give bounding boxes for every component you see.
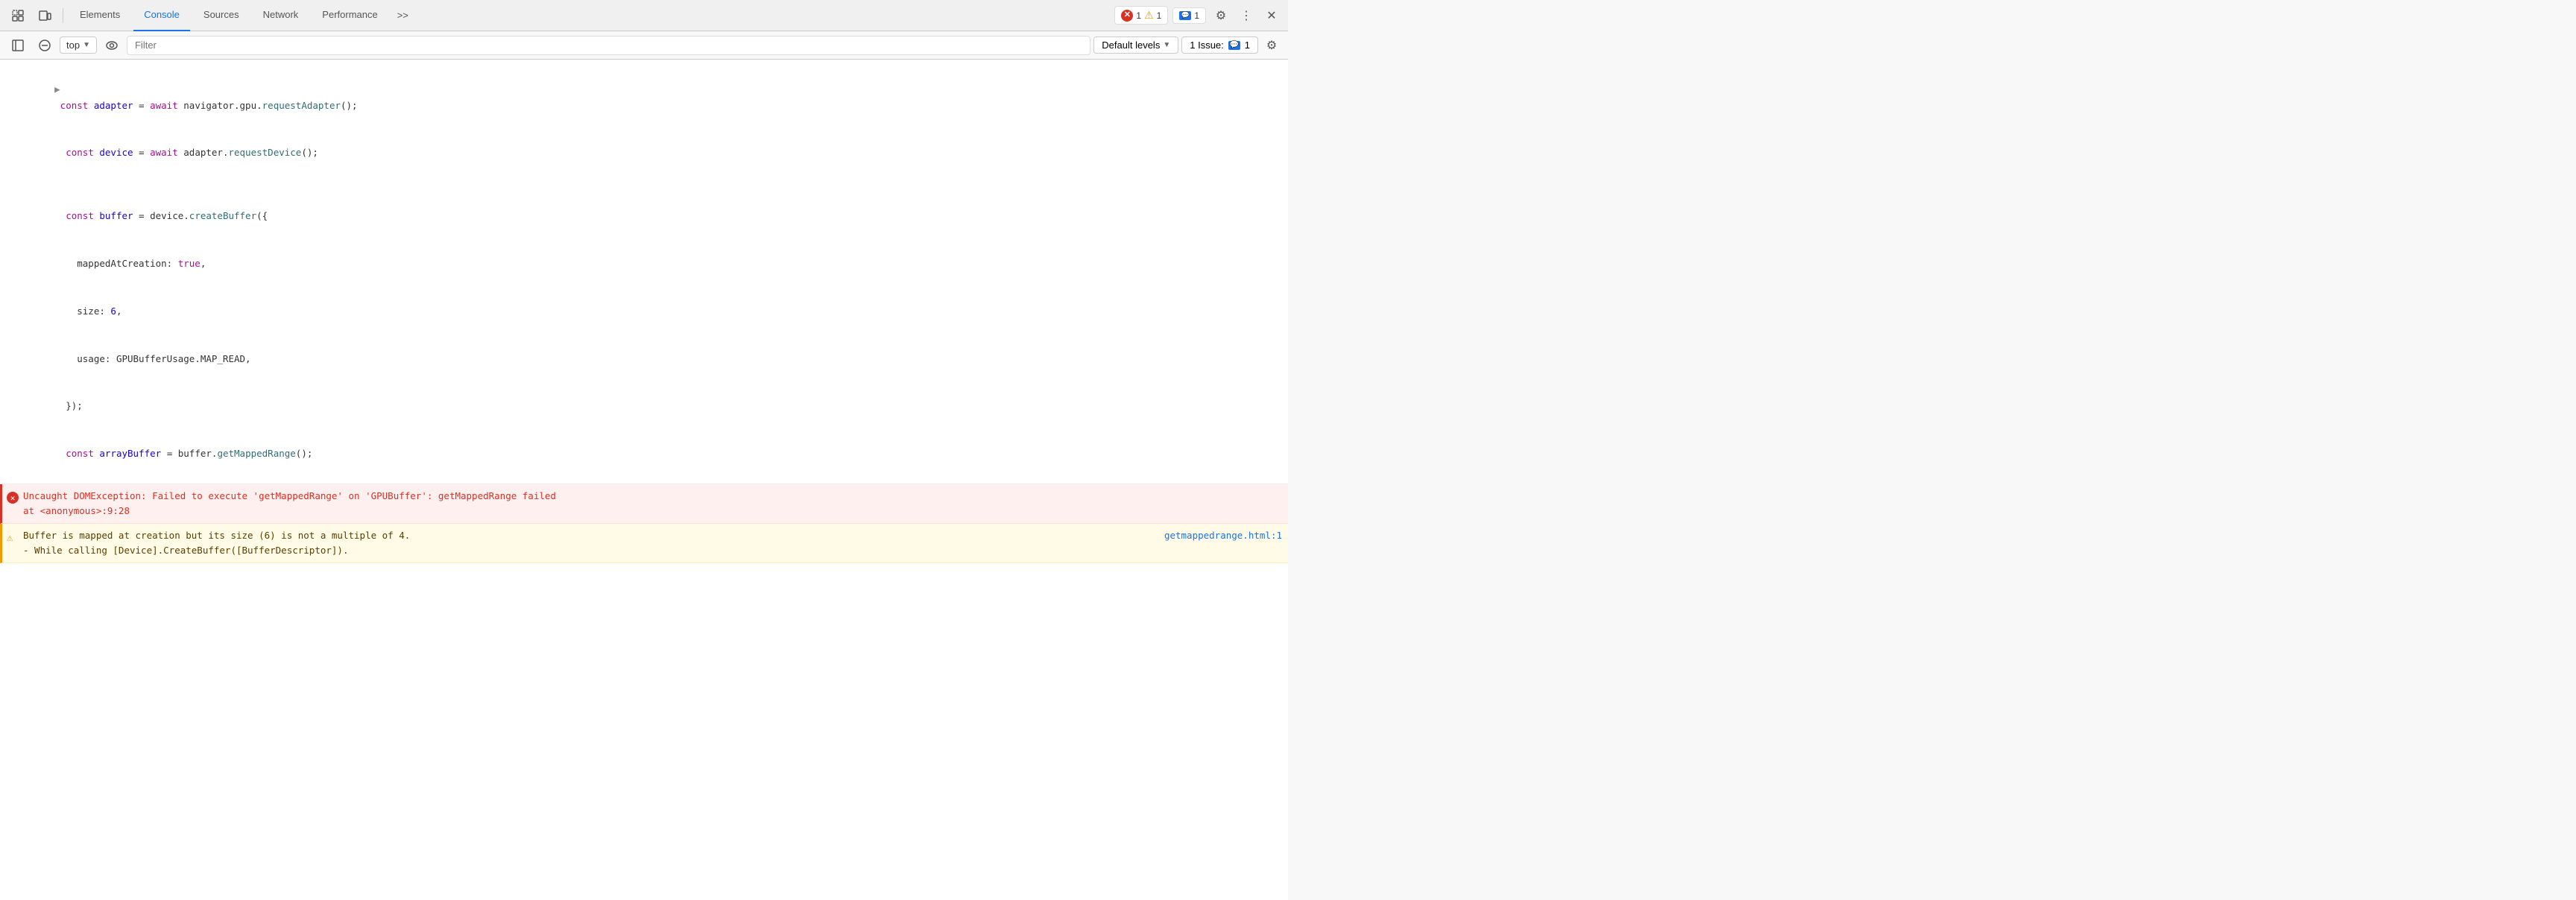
error-entry: ✕ Uncaught DOMException: Failed to execu…	[0, 484, 1288, 524]
context-selector[interactable]: top ▼	[60, 37, 97, 54]
more-options-button[interactable]: ⋮	[1236, 5, 1257, 26]
default-levels-label: Default levels	[1102, 39, 1160, 51]
warning-entry: ⚠ Buffer is mapped at creation but its s…	[0, 524, 1288, 563]
warning-message: Buffer is mapped at creation but its siz…	[23, 528, 1282, 558]
issues-count: 1	[1245, 39, 1250, 51]
error-location: at <anonymous>:9:28	[23, 505, 130, 516]
inspect-element-button[interactable]	[6, 5, 30, 26]
warning-icon: ⚠	[1144, 9, 1154, 22]
code-line-8: const arrayBuffer = buffer.getMappedRang…	[21, 430, 1282, 478]
issues-message-icon: 💬	[1228, 41, 1240, 50]
code-line-1: ▶ const adapter = await navigator.gpu.re…	[21, 66, 1282, 129]
issues-button[interactable]: 1 Issue: 💬 1	[1181, 37, 1258, 54]
tab-elements[interactable]: Elements	[69, 0, 130, 31]
code-line-3: const buffer = device.createBuffer({	[21, 192, 1282, 240]
error-message: Uncaught DOMException: Failed to execute…	[23, 489, 1282, 519]
warning-triangle-icon: ⚠	[7, 530, 13, 546]
code-line-blank	[21, 177, 1282, 192]
console-settings-button[interactable]: ⚙	[1261, 35, 1282, 56]
code-block: ▶ const adapter = await navigator.gpu.re…	[0, 60, 1288, 484]
message-badge[interactable]: 💬 1	[1172, 7, 1206, 24]
error-badge[interactable]: ✕ 1 ⚠ 1	[1114, 6, 1168, 25]
message-count: 1	[1194, 10, 1199, 21]
code-line-2: const device = await adapter.requestDevi…	[21, 129, 1282, 177]
top-toolbar: Elements Console Sources Network Perform…	[0, 0, 1288, 31]
context-value: top	[66, 39, 80, 51]
console-area: ▶ const adapter = await navigator.gpu.re…	[0, 60, 1288, 900]
error-count: 1	[1136, 10, 1141, 21]
code-line-7: });	[21, 382, 1282, 430]
context-chevron: ▼	[83, 41, 90, 49]
more-tabs-button[interactable]: >>	[391, 5, 414, 26]
default-levels-button[interactable]: Default levels ▼	[1093, 37, 1178, 54]
error-icon: ✕	[1121, 10, 1133, 22]
default-levels-chevron: ▼	[1163, 41, 1170, 49]
device-toggle-button[interactable]	[33, 5, 57, 26]
eye-button[interactable]	[100, 35, 124, 56]
filter-input[interactable]	[127, 36, 1090, 55]
tab-performance[interactable]: Performance	[312, 0, 388, 31]
clear-console-button[interactable]	[33, 35, 57, 56]
message-icon: 💬	[1179, 11, 1191, 20]
issues-label: 1 Issue:	[1190, 39, 1224, 51]
warning-link[interactable]: getmappedrange.html:1	[1164, 528, 1282, 543]
settings-button[interactable]: ⚙	[1210, 5, 1231, 26]
error-circle-icon: ✕	[7, 490, 19, 505]
close-button[interactable]: ✕	[1261, 5, 1282, 26]
tab-console[interactable]: Console	[133, 0, 190, 31]
tab-network[interactable]: Network	[253, 0, 309, 31]
badge-group: ✕ 1 ⚠ 1 💬 1 ⚙ ⋮ ✕	[1114, 5, 1282, 26]
tab-sources[interactable]: Sources	[193, 0, 250, 31]
sidebar-toggle-button[interactable]	[6, 35, 30, 56]
code-line-5: size: 6,	[21, 288, 1282, 335]
second-toolbar: top ▼ Default levels ▼ 1 Issue: 💬 1 ⚙	[0, 31, 1288, 60]
expand-arrow[interactable]: ▶	[54, 83, 60, 95]
code-line-4: mappedAtCreation: true,	[21, 240, 1282, 288]
code-line-6: usage: GPUBufferUsage.MAP_READ,	[21, 335, 1282, 382]
warning-count: 1	[1157, 10, 1162, 21]
